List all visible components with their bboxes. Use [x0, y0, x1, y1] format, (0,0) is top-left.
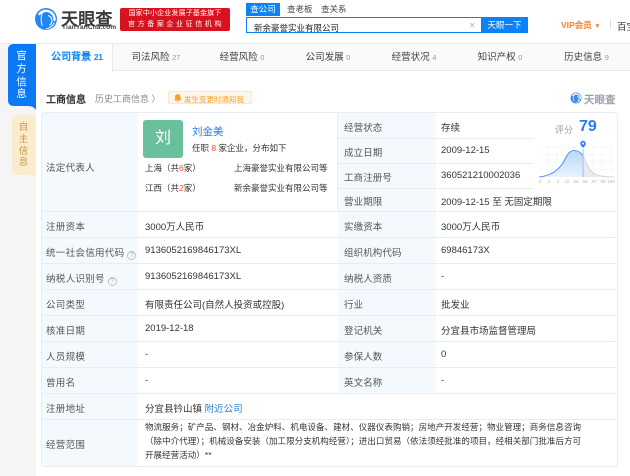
svg-text:50: 50: [574, 179, 579, 184]
svg-text:0: 0: [539, 179, 542, 184]
svg-text:1: 1: [548, 179, 551, 184]
svg-text:3: 3: [557, 179, 560, 184]
svg-text:99: 99: [601, 179, 606, 184]
svg-text:65: 65: [583, 179, 588, 184]
svg-text:100: 100: [607, 179, 615, 184]
svg-text:97: 97: [592, 179, 597, 184]
svg-text:15: 15: [565, 179, 570, 184]
